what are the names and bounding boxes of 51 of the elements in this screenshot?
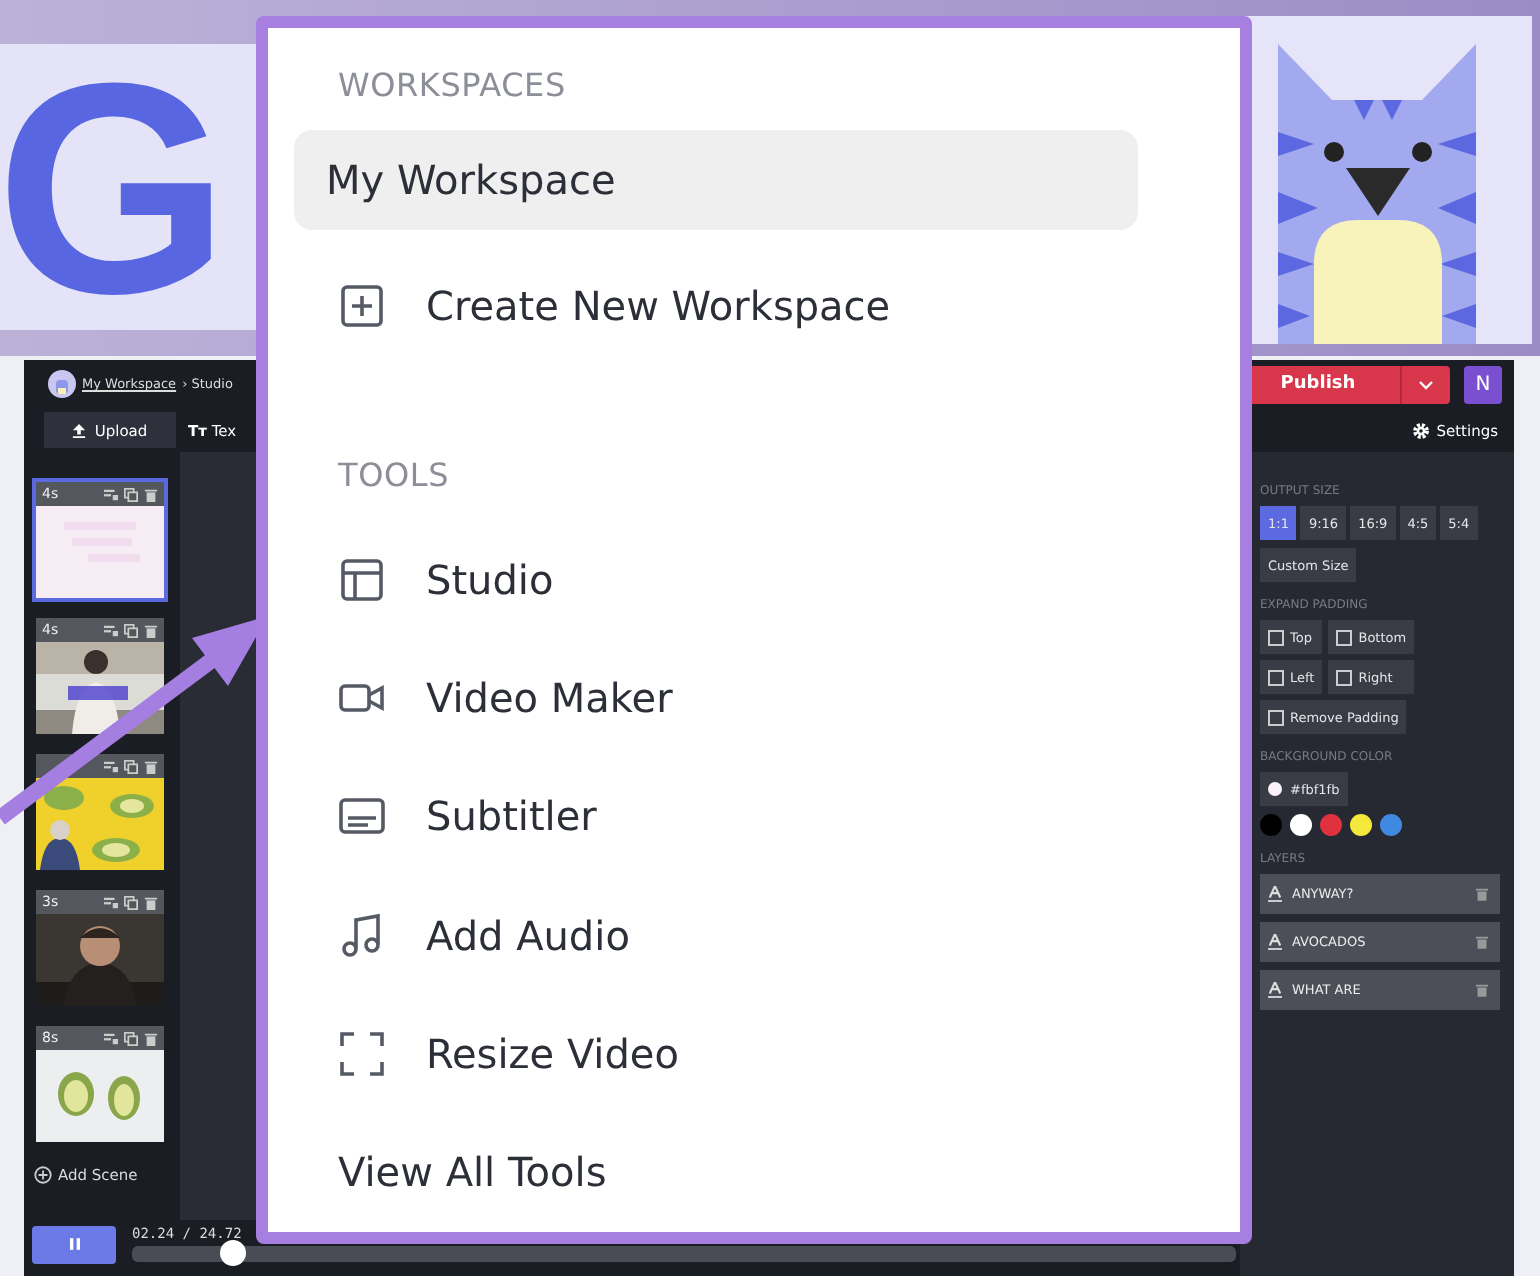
comment-icon[interactable]	[104, 623, 118, 637]
tool-item[interactable]: Resize Video	[294, 994, 1138, 1114]
music-note-icon	[338, 911, 386, 960]
comment-icon[interactable]	[104, 895, 118, 909]
text-layer-icon	[1268, 934, 1282, 950]
copy-icon[interactable]	[124, 623, 138, 637]
user-avatar[interactable]: N	[1464, 365, 1502, 403]
trash-icon[interactable]	[1476, 934, 1488, 950]
copy-icon[interactable]	[124, 759, 138, 773]
menu-heading: TOOLS	[336, 456, 452, 499]
color-swatch[interactable]	[1320, 814, 1342, 836]
text-layer-icon	[1268, 982, 1282, 998]
color-swatch[interactable]	[1260, 814, 1282, 836]
timeline-handle[interactable]	[219, 1240, 246, 1266]
comment-icon[interactable]	[104, 759, 118, 773]
tool-item[interactable]: Studio	[294, 520, 1138, 639]
comment-icon[interactable]	[104, 1031, 118, 1045]
workspace-item[interactable]: My Workspace	[294, 129, 1138, 230]
resize-icon	[338, 1029, 386, 1078]
copy-icon[interactable]	[124, 487, 138, 501]
layout-icon	[338, 555, 386, 604]
trash-icon[interactable]	[144, 1031, 158, 1045]
copy-icon[interactable]	[124, 1031, 138, 1045]
tool-item[interactable]: Subtitler	[294, 757, 1138, 876]
trash-icon[interactable]	[1476, 886, 1488, 902]
color-swatch[interactable]	[1350, 814, 1372, 836]
avatar-icon[interactable]	[48, 370, 76, 398]
settings-icon	[1412, 421, 1431, 439]
copy-icon[interactable]	[124, 895, 138, 909]
color-swatch[interactable]	[1290, 814, 1312, 836]
comment-icon[interactable]	[104, 487, 118, 501]
tool-item[interactable]: Add Audio	[294, 875, 1138, 995]
tool-item[interactable]: Video Maker	[294, 638, 1138, 758]
trash-icon[interactable]	[144, 623, 158, 637]
text-layer-icon	[1268, 886, 1282, 902]
logo-letter: G	[0, 44, 230, 330]
plus-icon	[338, 282, 386, 331]
scene-thumbnail[interactable]	[32, 750, 168, 874]
plus-icon	[34, 1166, 52, 1184]
timeline-slider[interactable]	[132, 1246, 1236, 1262]
menu-heading: WORKSPACES	[336, 66, 568, 108]
pause-icon	[69, 1238, 79, 1250]
trash-icon[interactable]	[144, 759, 158, 773]
create-workspace-item[interactable]: Create New Workspace	[294, 247, 1138, 367]
trash-icon[interactable]	[144, 487, 158, 501]
trash-icon[interactable]	[1476, 982, 1488, 998]
trash-icon[interactable]	[144, 895, 158, 909]
view-all-tools-link[interactable]: View All Tools	[294, 1113, 1138, 1232]
color-swatch[interactable]	[1380, 814, 1402, 836]
pause-button[interactable]	[32, 1225, 116, 1263]
upload-icon	[72, 423, 87, 437]
